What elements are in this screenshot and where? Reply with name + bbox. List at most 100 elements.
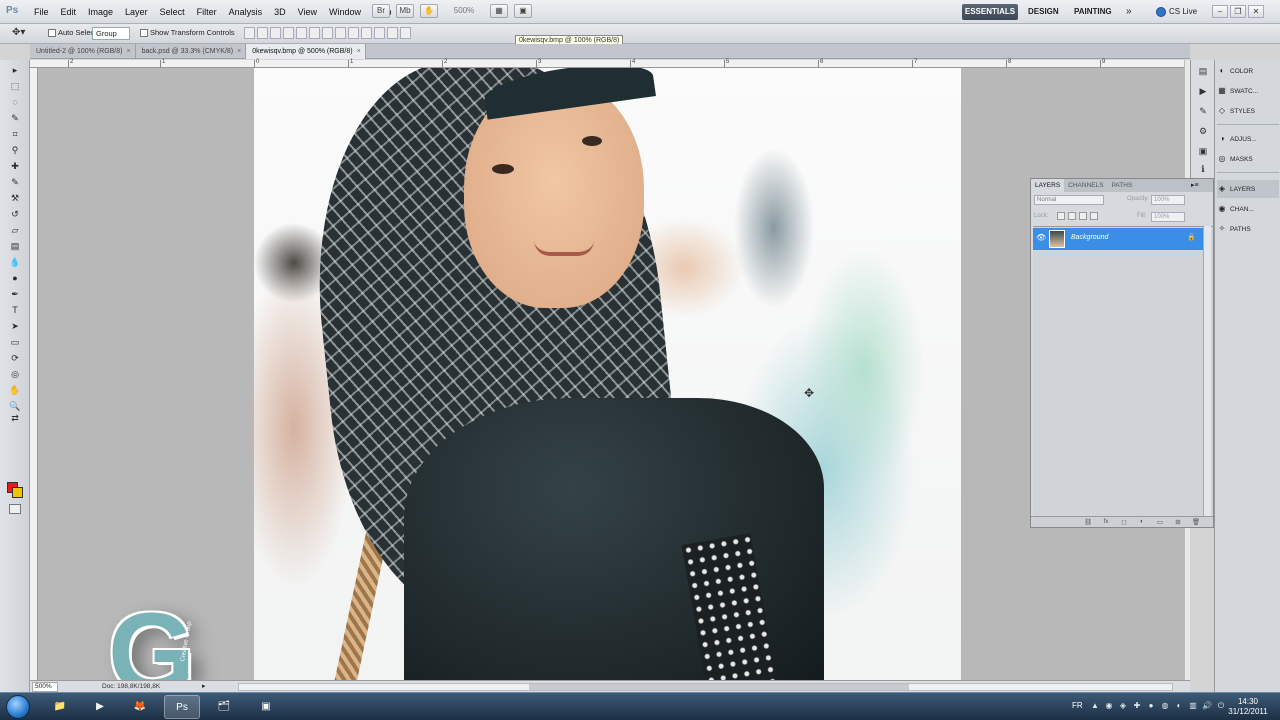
media-player-icon[interactable]: ▶	[82, 695, 118, 719]
hand-tool-icon[interactable]: ✋	[8, 384, 22, 396]
new-group-icon[interactable]: ▭	[1155, 518, 1165, 526]
lock-position-icon[interactable]	[1079, 212, 1087, 220]
menu-file[interactable]: File	[28, 0, 55, 24]
launch-bridge-button[interactable]: Br	[372, 4, 390, 18]
hand-tool-button[interactable]: ✋	[420, 4, 438, 18]
brush-tool-icon[interactable]: ✎	[8, 176, 22, 188]
document-image[interactable]: ✥	[254, 68, 961, 680]
history-icon[interactable]: ▤	[1196, 66, 1210, 78]
panel-styles[interactable]: ◇ STYLES	[1217, 102, 1279, 120]
start-button[interactable]	[6, 695, 30, 719]
panel-adjustments[interactable]: ◑ ADJUS...	[1217, 130, 1279, 148]
swap-colors-icon[interactable]: ⇄	[8, 412, 22, 424]
healing-brush-tool-icon[interactable]: ✚	[8, 160, 22, 172]
align-top-icon[interactable]	[244, 27, 255, 39]
lasso-tool-icon[interactable]: ◌	[8, 96, 22, 108]
clone-source-icon[interactable]: ▣	[1196, 146, 1210, 158]
zoom-tool-icon[interactable]: 🔍	[8, 400, 22, 412]
distribute-top-icon[interactable]	[322, 27, 333, 39]
close-icon[interactable]: ×	[357, 44, 361, 59]
3d-rotate-tool-icon[interactable]: ⟳	[8, 352, 22, 364]
show-transform-checkbox[interactable]: Show Transform Controls	[140, 28, 235, 37]
menu-image[interactable]: Image	[82, 0, 119, 24]
add-mask-icon[interactable]: ◻	[1119, 518, 1129, 526]
layers-scrollbar[interactable]	[1203, 226, 1211, 516]
history-brush-tool-icon[interactable]: ↺	[8, 208, 22, 220]
horizontal-scrollbar[interactable]	[238, 683, 1173, 691]
clock[interactable]: 14:30 31/12/2011	[1220, 697, 1276, 717]
tab-paths[interactable]: PATHS	[1108, 179, 1137, 192]
pen-tool-icon[interactable]: ✒	[8, 288, 22, 300]
visibility-eye-icon[interactable]: 👁	[1036, 233, 1046, 245]
tab-untitled-2[interactable]: Untitled-2 @ 100% (RGB/8) ×	[30, 44, 136, 59]
layer-row-background[interactable]: 👁 Background 🔒	[1033, 228, 1203, 250]
panel-swatches[interactable]: ▦ SWATC...	[1217, 82, 1279, 100]
panel-channels[interactable]: ◉ CHAN...	[1217, 200, 1279, 218]
close-button[interactable]: ✕	[1248, 5, 1264, 18]
canvas-area[interactable]: ✥ G Creative Group	[38, 68, 1184, 680]
menu-layer[interactable]: Layer	[119, 0, 154, 24]
align-bottom-icon[interactable]	[270, 27, 281, 39]
tray-app-icon[interactable]: ◍	[1160, 701, 1170, 711]
panel-layers[interactable]: ◈ LAYERS	[1217, 180, 1279, 198]
new-layer-icon[interactable]: ⊞	[1173, 518, 1183, 526]
gradient-tool-icon[interactable]: ▤	[8, 240, 22, 252]
align-right-icon[interactable]	[309, 27, 320, 39]
menu-analysis[interactable]: Analysis	[223, 0, 269, 24]
move-tool-icon[interactable]: ▸	[8, 64, 22, 76]
tray-app-icon[interactable]: ◐	[1174, 701, 1184, 711]
status-menu-arrow-icon[interactable]: ▸	[202, 682, 206, 690]
explorer-icon[interactable]: 📁	[42, 695, 78, 719]
tray-app-icon[interactable]: ✚	[1132, 701, 1142, 711]
panel-paths[interactable]: ✧ PATHS	[1217, 220, 1279, 238]
distribute-hcenter-icon[interactable]	[374, 27, 385, 39]
new-adjustment-layer-icon[interactable]: ◐	[1137, 518, 1147, 526]
volume-icon[interactable]: 🔊	[1202, 701, 1212, 711]
workspace-design-button[interactable]: DESIGN	[1028, 4, 1059, 20]
distribute-left-icon[interactable]	[361, 27, 372, 39]
arrange-documents-button[interactable]: ▦	[490, 4, 508, 18]
type-tool-icon[interactable]: T	[8, 304, 22, 316]
zoom-level[interactable]: 500%	[444, 4, 484, 18]
lock-all-icon[interactable]	[1090, 212, 1098, 220]
tray-app-icon[interactable]: ●	[1146, 701, 1156, 711]
restore-button[interactable]: ❐	[1230, 5, 1246, 18]
cs-live-button[interactable]: CS Live	[1156, 4, 1197, 20]
auto-align-icon[interactable]	[400, 27, 411, 39]
menu-select[interactable]: Select	[154, 0, 191, 24]
auto-select-checkbox[interactable]: Auto Select:	[48, 28, 98, 37]
app-icon[interactable]: ▣	[248, 695, 284, 719]
close-icon[interactable]: ×	[126, 44, 130, 59]
quick-mask-icon[interactable]	[9, 504, 21, 514]
status-zoom-field[interactable]: 500%	[32, 682, 58, 692]
firefox-icon[interactable]: 🦊	[122, 695, 158, 719]
menu-3d[interactable]: 3D	[268, 0, 292, 24]
layer-style-icon[interactable]: fx	[1101, 518, 1111, 526]
clone-stamp-tool-icon[interactable]: ⚒	[8, 192, 22, 204]
tab-0kewisqv-bmp[interactable]: 0kewisqv.bmp @ 500% (RGB/8) ×	[246, 44, 366, 59]
menu-window[interactable]: Window	[323, 0, 367, 24]
lock-pixels-icon[interactable]	[1068, 212, 1076, 220]
panel-masks[interactable]: ◎ MASKS	[1217, 150, 1279, 168]
menu-edit[interactable]: Edit	[55, 0, 83, 24]
menu-filter[interactable]: Filter	[191, 0, 223, 24]
info-icon[interactable]: ℹ	[1196, 164, 1210, 176]
eyedropper-tool-icon[interactable]: ⚲	[8, 144, 22, 156]
close-icon[interactable]: ×	[237, 44, 241, 59]
eraser-tool-icon[interactable]: ▱	[8, 224, 22, 236]
folder-icon[interactable]: 🗂	[206, 695, 242, 719]
screen-mode-button[interactable]: ▣	[514, 4, 532, 18]
tab-layers[interactable]: LAYERS	[1031, 179, 1065, 192]
distribute-bottom-icon[interactable]	[348, 27, 359, 39]
network-icon[interactable]: ▥	[1188, 701, 1198, 711]
tray-app-icon[interactable]: ◈	[1118, 701, 1128, 711]
language-indicator[interactable]: FR	[1072, 701, 1083, 710]
move-tool-preset-icon[interactable]: ✥▾	[12, 27, 34, 41]
tab-channels[interactable]: CHANNELS	[1064, 179, 1107, 192]
path-selection-tool-icon[interactable]: ➤	[8, 320, 22, 332]
actions-icon[interactable]: ▶	[1196, 86, 1210, 98]
tab-back-psd[interactable]: back.psd @ 33.3% (CMYK/8) ×	[136, 44, 247, 59]
blur-tool-icon[interactable]: 💧	[8, 256, 22, 268]
scrollbar-thumb[interactable]	[529, 684, 909, 690]
minimize-button[interactable]: –	[1212, 5, 1228, 18]
